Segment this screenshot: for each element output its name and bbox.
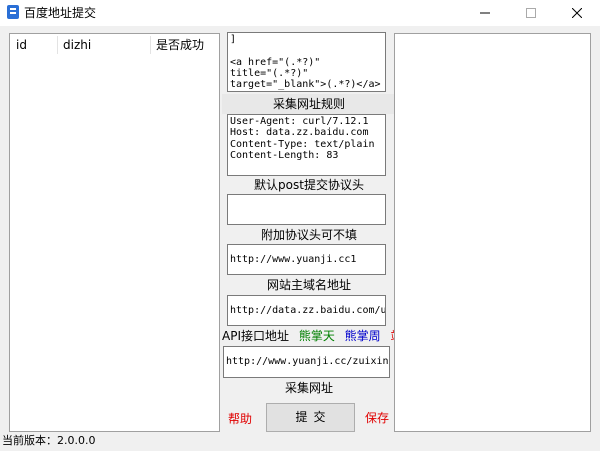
app-icon xyxy=(5,4,21,20)
minimize-button[interactable] xyxy=(462,0,508,26)
maximize-icon xyxy=(526,8,536,18)
extra-header-label: 附加协议头可不填 xyxy=(260,228,357,242)
submit-button[interactable]: 提交 xyxy=(266,403,355,432)
column-header-success[interactable]: 是否成功 xyxy=(150,34,219,56)
maximize-button[interactable] xyxy=(508,0,554,26)
close-button[interactable] xyxy=(554,0,600,26)
api-url-input[interactable]: http://data.zz.baidu.com/url xyxy=(227,295,386,326)
collect-rule-label: 采集网址规则 xyxy=(222,94,396,114)
column-header-id[interactable]: id xyxy=(10,34,57,56)
xiongzhang-week-link[interactable]: 熊掌周 xyxy=(345,329,381,343)
post-header-label: 默认post提交协议头 xyxy=(254,178,364,192)
post-header-input[interactable]: User-Agent: curl/7.12.1 Host: data.zz.ba… xyxy=(227,114,386,176)
close-icon xyxy=(572,8,582,18)
url-list[interactable]: id dizhi 是否成功 xyxy=(9,33,220,432)
help-link[interactable]: 帮助 xyxy=(228,410,252,427)
minimize-icon xyxy=(480,12,490,14)
extra-header-input[interactable] xyxy=(227,194,386,225)
collect-url-input[interactable]: http://www.yuanji.cc/zuixin/p xyxy=(223,346,390,378)
save-link[interactable]: 保存 xyxy=(365,409,389,426)
result-output[interactable] xyxy=(394,33,591,432)
window-title: 百度地址提交 xyxy=(24,6,97,20)
site-domain-input[interactable]: http://www.yuanji.cc1 xyxy=(227,244,386,275)
list-header: id dizhi 是否成功 xyxy=(10,34,219,56)
xiongzhang-day-link[interactable]: 熊掌天 xyxy=(299,329,335,343)
column-header-dizhi[interactable]: dizhi xyxy=(57,34,150,56)
api-url-label: API接口地址 xyxy=(222,329,289,343)
api-row: API接口地址 熊掌天 熊掌周 站长 xyxy=(222,327,421,345)
title-bar: 百度地址提交 xyxy=(0,0,600,26)
collect-rule-input[interactable]: ] <a href="(.*?)" title="(.*?)" target="… xyxy=(227,32,386,92)
version-status: 当前版本：2.0.0.0 xyxy=(2,434,96,447)
collect-url-label: 采集网址 xyxy=(284,381,333,395)
site-domain-label: 网站主域名地址 xyxy=(266,278,351,292)
